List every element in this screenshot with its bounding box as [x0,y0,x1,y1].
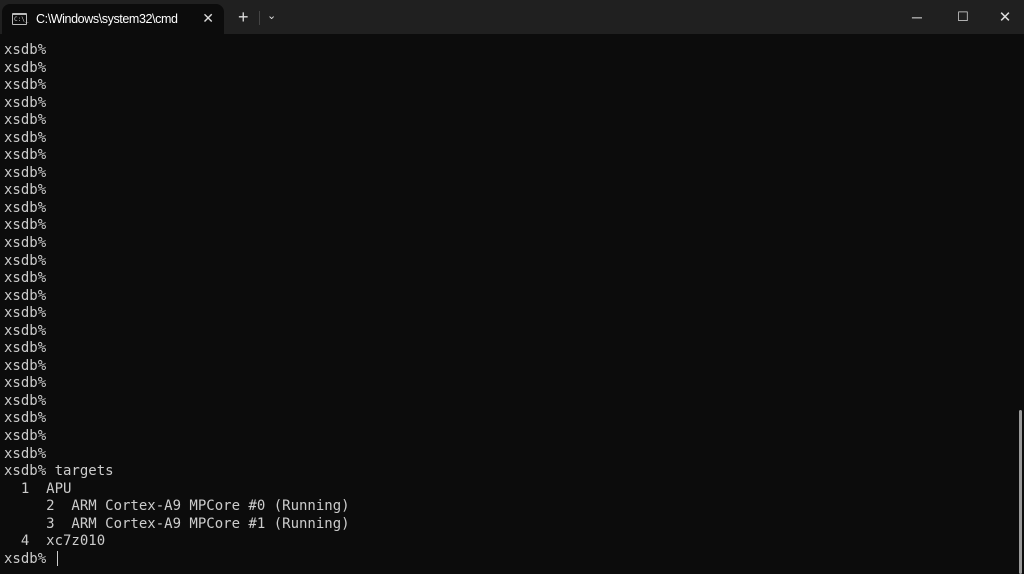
title-bar: C:\_ C:\Windows\system32\cmd ✕ + ⌄ ─ ☐ ✕ [0,0,1024,34]
maximize-button[interactable]: ☐ [940,0,986,34]
terminal-line: xsdb% [4,59,47,76]
terminal-line: 3 ARM Cortex-A9 MPCore #1 (Running) [4,515,350,532]
terminal-line: xsdb% [4,112,47,129]
terminal-line: xsdb% [4,340,47,357]
minimize-button[interactable]: ─ [894,0,940,34]
terminal-line: xsdb% [4,129,47,146]
terminal-line: xsdb% [4,322,47,339]
terminal-line: xsdb% [4,445,47,462]
terminal-line: xsdb% [4,357,47,374]
terminal-line: xsdb% [4,287,47,304]
terminal-line: xsdb% [4,42,47,58]
terminal-line: xsdb% [4,252,47,269]
terminal-line: 2 ARM Cortex-A9 MPCore #0 (Running) [4,498,350,515]
terminal-line: xsdb% [4,147,47,164]
prompt-line[interactable]: xsdb% [4,550,350,569]
text-cursor [56,550,58,566]
terminal-line: xsdb% targets [4,463,114,480]
terminal-line: 4 xc7z010 [4,533,106,550]
terminal-line: xsdb% [4,305,47,322]
close-window-button[interactable]: ✕ [982,0,1024,34]
terminal-line: 1 APU [4,480,72,497]
terminal-line: xsdb% [4,428,47,445]
new-tab-button[interactable]: + [238,7,249,28]
prompt: xsdb% [4,550,55,567]
terminal-line: xsdb% [4,235,47,252]
scrollbar[interactable] [1019,410,1022,574]
terminal-line: xsdb% [4,199,47,216]
cmd-icon: C:\_ [12,13,28,25]
terminal-line: xsdb% [4,77,47,94]
terminal-line: xsdb% [4,94,47,111]
terminal-line: xsdb% [4,375,47,392]
close-tab-icon[interactable]: ✕ [202,10,214,27]
terminal-line: xsdb% [4,410,47,427]
chevron-down-icon[interactable]: ⌄ [267,9,276,22]
tab-title: C:\Windows\system32\cmd [36,12,178,26]
divider [259,11,260,25]
terminal-output[interactable]: xsdb% xsdb% xsdb% xsdb% xsdb% xsdb% xsdb% xsdb%… [4,42,350,568]
tab-cmd[interactable]: C:\_ C:\Windows\system32\cmd ✕ [2,4,224,34]
terminal-line: xsdb% [4,392,47,409]
terminal-line: xsdb% [4,217,47,234]
terminal-line: xsdb% [4,182,47,199]
terminal-line: xsdb% [4,270,47,287]
terminal-line: xsdb% [4,164,47,181]
